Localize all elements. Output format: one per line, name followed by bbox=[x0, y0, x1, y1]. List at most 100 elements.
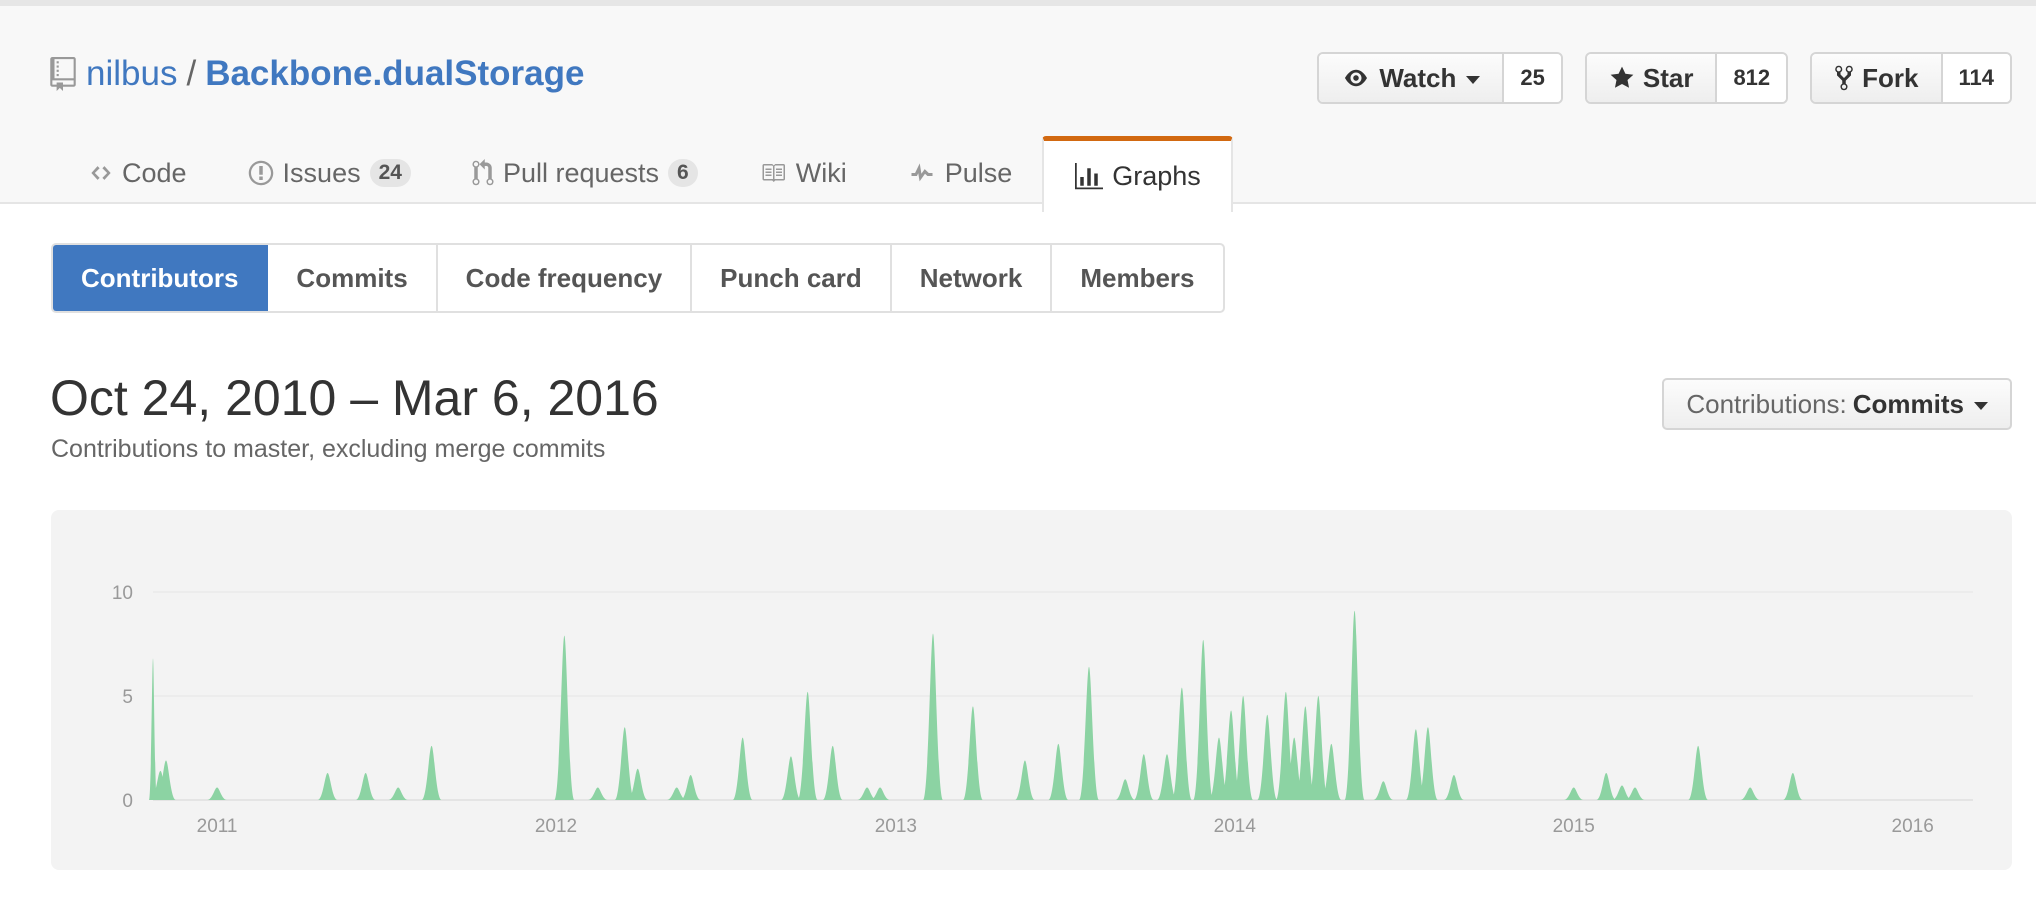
data-point bbox=[562, 634, 566, 638]
data-point bbox=[1696, 744, 1700, 748]
data-point bbox=[741, 736, 745, 740]
data-point bbox=[1201, 638, 1205, 642]
x-tick-label: 2013 bbox=[875, 816, 917, 837]
tab-issues[interactable]: Issues 24 bbox=[217, 136, 441, 210]
repo-nav: Code Issues 24 Pull requests 6 Wiki Puls… bbox=[58, 136, 1233, 212]
star-label: Star bbox=[1642, 62, 1694, 93]
repo-owner-link[interactable]: nilbus bbox=[86, 52, 177, 96]
tab-wiki[interactable]: Wiki bbox=[728, 136, 877, 210]
pulse-icon bbox=[911, 163, 933, 182]
tab-pull-requests-label: Pull requests bbox=[502, 157, 660, 188]
subnav-commits[interactable]: Commits bbox=[268, 245, 438, 311]
data-point bbox=[396, 786, 400, 790]
fork-icon bbox=[1835, 65, 1853, 91]
tab-graphs[interactable]: Graphs bbox=[1042, 136, 1233, 212]
date-range-title: Oct 24, 2010 – Mar 6, 2016 bbox=[50, 370, 659, 426]
data-point bbox=[1284, 690, 1288, 694]
data-point bbox=[931, 632, 935, 636]
data-point bbox=[1165, 752, 1169, 756]
subnav-punch-card[interactable]: Punch card bbox=[692, 245, 892, 311]
star-icon bbox=[1610, 66, 1634, 88]
fork-button[interactable]: Fork bbox=[1812, 54, 1943, 102]
chevron-down-icon bbox=[1466, 75, 1481, 84]
pull-requests-counter: 6 bbox=[668, 159, 698, 187]
data-point bbox=[158, 769, 162, 773]
x-tick-label: 2011 bbox=[197, 816, 238, 837]
eye-icon bbox=[1345, 69, 1368, 87]
subnav-members[interactable]: Members bbox=[1052, 245, 1222, 311]
contributions-chart-svg: 0 5 10 2011 2012 2013 2014 2015 2016 bbox=[112, 583, 1973, 837]
data-point bbox=[1303, 704, 1307, 708]
tab-pull-requests[interactable]: Pull requests 6 bbox=[441, 136, 728, 210]
data-point bbox=[1142, 752, 1146, 756]
data-point bbox=[806, 690, 810, 694]
data-point bbox=[971, 704, 975, 708]
data-point bbox=[1791, 771, 1795, 775]
data-point bbox=[1329, 742, 1333, 746]
watch-count[interactable]: 25 bbox=[1504, 54, 1561, 102]
repo-name-link[interactable]: Backbone.dualStorage bbox=[205, 52, 584, 96]
tab-issues-label: Issues bbox=[282, 157, 361, 188]
data-point bbox=[164, 758, 168, 762]
data-point bbox=[326, 771, 330, 775]
repo-actions: Watch 25 Star 812 Fork 114 bbox=[1317, 52, 2012, 104]
x-tick-label: 2014 bbox=[1214, 816, 1257, 837]
data-point bbox=[623, 725, 627, 729]
subnav-contributors[interactable]: Contributors bbox=[53, 245, 269, 311]
y-tick-label: 10 bbox=[112, 583, 133, 604]
data-point bbox=[1316, 694, 1320, 698]
data-point bbox=[636, 767, 640, 771]
contributions-chart: 0 5 10 2011 2012 2013 2014 2015 2016 bbox=[51, 510, 2012, 870]
star-count[interactable]: 812 bbox=[1717, 54, 1787, 102]
data-point bbox=[1620, 783, 1624, 787]
repo-title: nilbus / Backbone.dualStorage bbox=[50, 52, 584, 96]
data-point bbox=[1426, 725, 1430, 729]
book-icon bbox=[762, 164, 785, 182]
data-point bbox=[865, 786, 869, 790]
star-button-group: Star 812 bbox=[1584, 52, 1789, 104]
data-point bbox=[215, 786, 219, 790]
subnav-network[interactable]: Network bbox=[892, 245, 1053, 311]
data-point bbox=[151, 657, 155, 661]
contributions-type-select[interactable]: Contributions: Commits bbox=[1662, 378, 2012, 430]
contributions-select-prefix: Contributions: bbox=[1686, 388, 1847, 419]
data-point bbox=[430, 744, 434, 748]
data-point bbox=[878, 786, 882, 790]
watch-button-group: Watch 25 bbox=[1317, 52, 1563, 104]
data-point bbox=[1180, 686, 1184, 690]
code-icon bbox=[91, 166, 111, 180]
fork-count[interactable]: 114 bbox=[1942, 54, 2010, 102]
data-point bbox=[364, 771, 368, 775]
tab-wiki-label: Wiki bbox=[795, 157, 847, 188]
tab-pulse-label: Pulse bbox=[944, 157, 1013, 188]
data-point bbox=[789, 754, 793, 758]
x-tick-label: 2015 bbox=[1553, 816, 1595, 837]
issues-counter: 24 bbox=[369, 159, 411, 187]
tab-code[interactable]: Code bbox=[58, 136, 217, 210]
data-point bbox=[1604, 771, 1608, 775]
y-tick-label: 0 bbox=[122, 791, 133, 812]
data-point bbox=[1087, 665, 1091, 669]
data-point bbox=[1056, 742, 1060, 746]
fork-label: Fork bbox=[1862, 62, 1919, 93]
tab-pulse[interactable]: Pulse bbox=[877, 136, 1043, 210]
data-point bbox=[1572, 786, 1576, 790]
pull-request-icon bbox=[472, 159, 494, 186]
data-point bbox=[1229, 709, 1233, 713]
watch-button[interactable]: Watch bbox=[1319, 54, 1505, 102]
tab-code-label: Code bbox=[122, 157, 187, 188]
graph-icon bbox=[1075, 162, 1104, 189]
subnav-code-frequency[interactable]: Code frequency bbox=[438, 245, 693, 311]
data-point bbox=[1023, 758, 1027, 762]
data-point bbox=[1353, 609, 1357, 613]
contributions-area bbox=[149, 610, 1973, 800]
issue-icon bbox=[248, 160, 273, 186]
contributions-select-value: Commits bbox=[1852, 388, 1964, 419]
data-point bbox=[1633, 786, 1637, 790]
data-point bbox=[596, 786, 600, 790]
data-point bbox=[831, 744, 835, 748]
data-point bbox=[1414, 727, 1418, 731]
star-button[interactable]: Star bbox=[1586, 54, 1718, 102]
data-point bbox=[1217, 736, 1221, 740]
date-range-subtitle: Contributions to master, excluding merge… bbox=[51, 435, 606, 463]
